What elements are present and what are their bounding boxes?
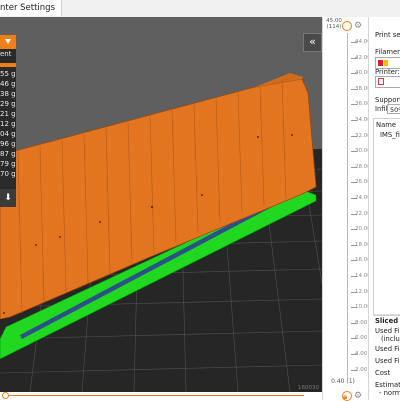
legend-row: 38 g: [0, 90, 16, 98]
gear-icon[interactable]: ⚙: [354, 21, 362, 31]
tab-bar: nter Settings: [0, 0, 400, 18]
filament-color-swatch: [378, 60, 383, 66]
layer-tick-label: 2.00: [355, 366, 368, 373]
print-settings-label: Print settings: [375, 31, 400, 39]
supports-label: Supports:: [375, 96, 400, 104]
legend-row: 70 g: [0, 170, 16, 178]
layer-tick-label: 4.00: [355, 351, 368, 357]
legend-row: 96 g: [0, 140, 16, 148]
sliced-info: Sliced Info Used Filam (includ Used Fila…: [373, 314, 400, 400]
used-filament-m-label: Used Filam: [375, 327, 400, 335]
object-list[interactable]: Name IMS_fi: [373, 118, 400, 316]
legend-row: 87 g: [0, 150, 16, 158]
object-list-item[interactable]: IMS_fi: [380, 131, 400, 139]
used-filament-g-label: Used Filan: [375, 357, 400, 365]
legend-row: 12 g: [0, 120, 16, 128]
filament-label: Filament:: [375, 48, 400, 56]
legend-row: 55 g: [0, 70, 16, 78]
3d-preview-viewport[interactable]: ent 55 g 46 g 38 g 29 g 21 g 12 g 04 g 9…: [0, 17, 322, 392]
printer-combo[interactable]: [375, 76, 400, 88]
layer-slider-track[interactable]: [347, 33, 348, 378]
legend-row: 29 g: [0, 100, 16, 108]
legend-panel: ent 55 g 46 g 38 g 29 g 21 g 12 g 04 g 9…: [0, 35, 16, 207]
used-filament-mm3-label: Used Filan: [375, 345, 400, 353]
printer-icon: [378, 78, 384, 85]
download-icon[interactable]: ⬇: [0, 189, 16, 207]
used-filament-m-sub: (includ: [381, 335, 400, 343]
printer-label: Printer:: [375, 68, 400, 76]
layer-tick-label: 8.00: [355, 319, 368, 326]
horizontal-slider-value: 160030: [298, 385, 319, 391]
estimated-time-label: Estimated: [375, 381, 400, 389]
infill-combo[interactable]: 50%: [387, 104, 400, 114]
sliced-info-title: Sliced Info: [375, 317, 400, 325]
object-list-header: Name: [376, 121, 397, 129]
filament-color-swatch: [384, 60, 388, 66]
layer-slider[interactable]: 45.00 (114) ⚙ 44.00 42.00 40.00 38.00 36.00 3…: [322, 17, 371, 401]
legend-row: 04 g: [0, 130, 16, 138]
cost-label: Cost: [375, 369, 391, 377]
tab-printer-settings[interactable]: nter Settings: [0, 0, 63, 16]
collapse-sidebar-button[interactable]: «: [303, 33, 322, 52]
layer-tick-label: 6.00: [355, 335, 368, 342]
horizontal-slider-track: [8, 395, 304, 396]
legend-row: 79 g: [0, 160, 16, 168]
layer-slider-bottom-value: 0.40 (1): [331, 378, 355, 385]
legend-row: 46 g: [0, 80, 16, 88]
layer-slider-top-handle[interactable]: [342, 21, 352, 31]
legend-collapse-toggle[interactable]: [0, 35, 16, 49]
triangle-down-icon: [5, 39, 11, 44]
legend-color-swatch: [0, 63, 16, 67]
legend-row: ent: [0, 50, 12, 58]
normal-mode-label: - norma: [379, 389, 400, 397]
horizontal-slider-handle[interactable]: [2, 392, 9, 399]
legend-row: 21 g: [0, 110, 16, 118]
horizontal-move-slider[interactable]: 160030: [0, 385, 322, 400]
right-sidebar: Print settings Filament: Printer: Suppor…: [368, 17, 400, 400]
sliced-model-scene[interactable]: [0, 17, 322, 392]
